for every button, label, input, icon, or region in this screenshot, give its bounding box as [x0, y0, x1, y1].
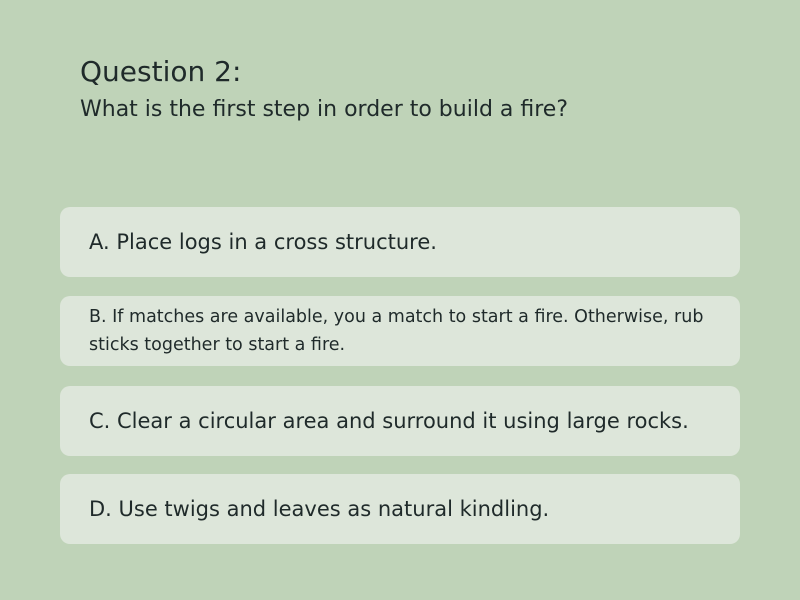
answer-option-d-label: D. Use twigs and leaves as natural kindl… [89, 497, 550, 521]
answer-option-c[interactable]: C. Clear a circular area and surround it… [60, 386, 740, 456]
answer-option-a[interactable]: A. Place logs in a cross structure. [60, 207, 740, 277]
answer-option-d[interactable]: D. Use twigs and leaves as natural kindl… [60, 474, 740, 544]
answer-option-a-label: A. Place logs in a cross structure. [89, 230, 437, 254]
answer-option-c-label: C. Clear a circular area and surround it… [89, 409, 689, 433]
answer-option-b[interactable]: B. If matches are available, you a match… [60, 296, 740, 366]
question-text: What is the first step in order to build… [80, 97, 569, 122]
answer-option-b-label: B. If matches are available, you a match… [89, 307, 704, 355]
question-heading: Question 2: [80, 55, 242, 88]
